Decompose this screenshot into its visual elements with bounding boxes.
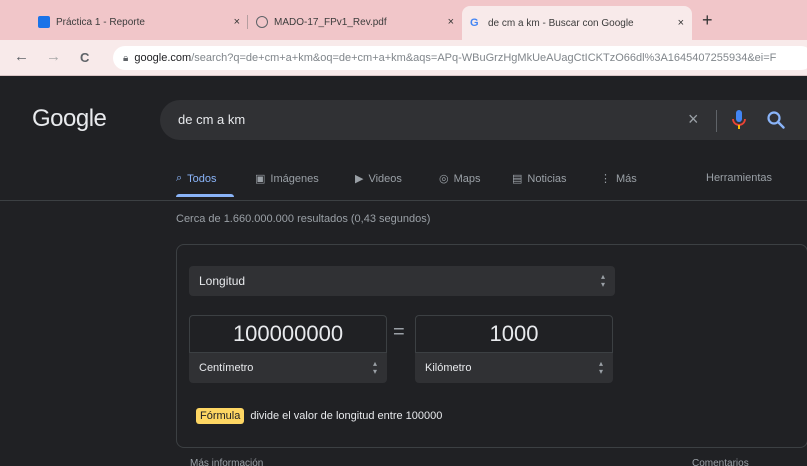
tab-label: Más (616, 172, 637, 185)
microphone-icon[interactable] (730, 108, 748, 132)
browser-tab-title: de cm a km - Buscar con Google (488, 17, 634, 29)
tools-label: Herramientas (706, 172, 773, 184)
image-icon: ▣ (255, 173, 266, 185)
more-info-link[interactable]: Más información (190, 458, 263, 466)
tools-button[interactable]: Herramientas (706, 172, 772, 184)
google-favicon-icon: G (470, 17, 479, 29)
formula-row: Fórmula divide el valor de longitud entr… (196, 408, 442, 424)
close-tab-icon[interactable]: × (678, 17, 684, 29)
tab-videos[interactable]: ▶ Videos (355, 172, 402, 186)
browser-tab-title: Práctica 1 - Reporte (56, 16, 145, 28)
news-icon: ▤ (512, 173, 523, 185)
reload-button[interactable]: C (80, 50, 89, 65)
active-tab-indicator (176, 194, 234, 197)
search-box[interactable]: de cm a km × (160, 100, 807, 140)
to-unit-value: Kilómetro (425, 362, 472, 374)
close-tab-icon[interactable]: × (448, 16, 454, 28)
to-value-input[interactable]: 1000 (415, 315, 613, 353)
map-pin-icon: ◎ (439, 173, 449, 185)
browser-toolbar: ← → C 🔒︎ google.com/search?q=de+cm+a+km&… (0, 40, 807, 76)
browser-tab-strip: Práctica 1 - Reporte × MADO-17_FPv1_Rev.… (0, 0, 807, 40)
browser-tab-google[interactable]: G de cm a km - Buscar con Google × (462, 6, 692, 40)
browser-tab-pdf[interactable]: MADO-17_FPv1_Rev.pdf × (248, 8, 462, 36)
tab-label: Todos (187, 172, 217, 185)
back-button[interactable]: ← (14, 48, 29, 65)
from-unit-select[interactable]: Centímetro ▴ ▾ (189, 353, 387, 383)
tab-label: Videos (368, 172, 402, 185)
close-tab-icon[interactable]: × (234, 16, 240, 28)
url-host: google.com (134, 52, 192, 64)
tab-label: Imágenes (270, 172, 319, 185)
formula-badge: Fórmula (196, 408, 245, 424)
browser-tab-title: MADO-17_FPv1_Rev.pdf (274, 16, 387, 28)
search-divider (716, 110, 717, 132)
tab-imagenes[interactable]: ▣ Imágenes (255, 172, 319, 186)
globe-favicon-icon (256, 16, 268, 28)
search-icon: ⌕ (176, 172, 183, 184)
formula-text: divide el valor de longitud entre 100000 (250, 410, 443, 422)
tab-mas[interactable]: ⋮ Más (600, 172, 637, 186)
result-stats: Cerca de 1.660.000.000 resultados (0,43 … (176, 213, 431, 225)
browser-tab-reporte[interactable]: Práctica 1 - Reporte × (30, 8, 248, 36)
search-input[interactable]: de cm a km (178, 112, 245, 127)
tabs-divider (0, 200, 807, 201)
google-logo[interactable]: Google (32, 105, 107, 133)
feedback-link[interactable]: Comentarios (692, 458, 749, 466)
forward-button[interactable]: → (46, 48, 61, 65)
from-value-input[interactable]: 100000000 (189, 315, 387, 353)
to-unit-select[interactable]: Kilómetro ▴ ▾ (415, 353, 613, 383)
measure-type-value: Longitud (199, 274, 246, 288)
tab-label: Noticias (527, 172, 567, 185)
search-tabs: ⌕ Todos ▣ Imágenes ▶ Videos ◎ Maps ▤ Not… (0, 166, 807, 197)
tab-maps[interactable]: ◎ Maps (439, 172, 481, 186)
select-arrows-icon: ▴ ▾ (372, 359, 377, 376)
google-results-page: Google de cm a km × ⌕ Todos ▣ Imágenes ▶… (0, 76, 807, 466)
docs-favicon-icon (38, 16, 50, 28)
lock-icon: 🔒︎ (123, 52, 129, 64)
new-tab-button[interactable]: + (702, 10, 713, 31)
clear-search-icon[interactable]: × (688, 109, 699, 130)
tab-todos[interactable]: ⌕ Todos (176, 172, 217, 185)
select-arrows-icon: ▴ ▾ (600, 272, 605, 289)
url-path: /search?q=de+cm+a+km&oq=de+cm+a+km&aqs=A… (191, 52, 777, 64)
video-icon: ▶ (355, 173, 364, 185)
unit-converter-card: Longitud ▴ ▾ 100000000 = 1000 Centímetro … (176, 244, 807, 448)
from-unit-value: Centímetro (199, 362, 254, 374)
select-arrows-icon: ▴ ▾ (598, 359, 603, 376)
tab-noticias[interactable]: ▤ Noticias (512, 172, 567, 186)
equals-sign: = (393, 321, 405, 343)
tab-label: Maps (453, 172, 481, 185)
address-bar[interactable]: 🔒︎ google.com/search?q=de+cm+a+km&oq=de+… (113, 46, 807, 70)
more-icon: ⋮ (600, 173, 611, 185)
search-icon[interactable] (766, 110, 786, 130)
measure-type-select[interactable]: Longitud ▴ ▾ (189, 266, 615, 296)
